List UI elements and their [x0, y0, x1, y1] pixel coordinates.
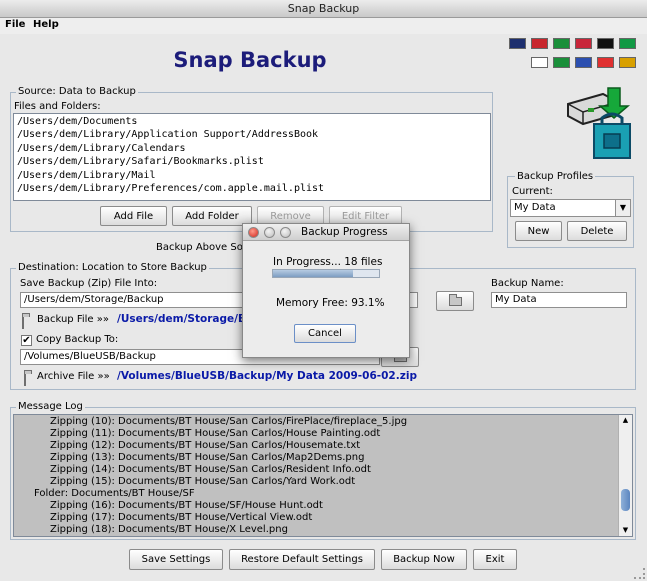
profile-select-value: My Data: [514, 202, 556, 213]
folder-icon: [22, 316, 24, 329]
log-line: Zipping (11): Documents/BT House/San Car…: [50, 428, 381, 439]
list-item[interactable]: /Users/dem/Library/Calendars: [14, 142, 490, 155]
list-item[interactable]: /Users/dem/Library/Mail: [14, 169, 490, 182]
add-file-button[interactable]: Add File: [100, 206, 167, 226]
backup-file-label: Backup File »»: [37, 314, 109, 325]
minimize-icon[interactable]: [264, 227, 275, 238]
profiles-legend: Backup Profiles: [515, 171, 596, 182]
profile-select[interactable]: My Data ▼: [510, 199, 631, 217]
germany-flag[interactable]: [597, 38, 614, 49]
new-zealand-flag[interactable]: [509, 38, 526, 49]
backup-progress-dialog: Backup Progress In Progress... 18 files …: [242, 223, 410, 358]
window-title: Snap Backup: [287, 2, 360, 15]
log-line: Zipping (14): Documents/BT House/San Car…: [50, 464, 371, 475]
log-line: Zipping (18): Documents/BT House/X Level…: [50, 524, 288, 535]
copy-backup-label: Copy Backup To:: [36, 334, 119, 345]
backup-name-field[interactable]: My Data: [491, 292, 627, 308]
cancel-button[interactable]: Cancel: [294, 324, 356, 343]
list-item[interactable]: /Users/dem/Documents: [14, 115, 490, 128]
backup-file-path: /Users/dem/Storage/Bac: [117, 313, 260, 325]
files-folders-label: Files and Folders:: [14, 101, 101, 112]
app-title: Snap Backup: [173, 48, 327, 72]
backup-logo-icon: [567, 87, 631, 159]
spain-flag[interactable]: [619, 57, 636, 68]
korea-flag[interactable]: [531, 57, 548, 68]
archive-file-label: Archive File »»: [37, 371, 110, 382]
delete-profile-button[interactable]: Delete: [567, 221, 627, 241]
list-item[interactable]: /Users/dem/Library/Preferences/com.apple…: [14, 182, 490, 195]
dialog-title: Backup Progress: [301, 226, 388, 238]
browse-save-button[interactable]: [436, 291, 474, 311]
list-item[interactable]: /Users/dem/Library/Safari/Bookmarks.plis…: [14, 155, 490, 168]
backup-above-label: Backup Above Sou: [156, 242, 250, 253]
restore-defaults-button[interactable]: Restore Default Settings: [229, 549, 375, 570]
backup-name-label: Backup Name:: [491, 278, 564, 289]
source-legend: Source: Data to Backup: [16, 86, 138, 97]
zoom-icon[interactable]: [280, 227, 291, 238]
menu-bar: File Help: [0, 18, 647, 34]
log-line: Zipping (17): Documents/BT House/Vertica…: [50, 512, 313, 523]
progress-fill: [273, 270, 353, 277]
chevron-down-icon[interactable]: ▼: [615, 200, 630, 216]
backup-now-button[interactable]: Backup Now: [381, 549, 467, 570]
message-log[interactable]: Zipping (10): Documents/BT House/San Car…: [13, 414, 633, 537]
archive-file-path: /Volumes/BlueUSB/Backup/My Data 2009-06-…: [117, 370, 417, 382]
destination-legend: Destination: Location to Store Backup: [16, 262, 209, 273]
slovenia-flag[interactable]: [575, 57, 592, 68]
nepal-flag[interactable]: [575, 38, 592, 49]
folder-icon: [448, 293, 462, 306]
new-profile-button[interactable]: New: [515, 221, 562, 241]
log-scrollbar[interactable]: ▲ ▼: [618, 415, 632, 536]
progress-bar: [272, 269, 380, 278]
memory-free-label: Memory Free: 93.1%: [276, 297, 385, 309]
current-profile-label: Current:: [512, 186, 553, 197]
dialog-titlebar: Backup Progress: [243, 224, 409, 241]
scroll-thumb[interactable]: [621, 488, 630, 511]
italy-flag[interactable]: [619, 38, 636, 49]
menu-file[interactable]: File: [5, 19, 25, 30]
russia-flag[interactable]: [597, 57, 614, 68]
log-line: Zipping (12): Documents/BT House/San Car…: [50, 440, 361, 451]
menu-help[interactable]: Help: [33, 19, 59, 30]
progress-status: In Progress... 18 files: [273, 256, 383, 268]
window-titlebar: Snap Backup: [0, 0, 647, 18]
resize-grip[interactable]: [634, 568, 645, 579]
exit-button[interactable]: Exit: [473, 549, 517, 570]
scroll-up-icon[interactable]: ▲: [619, 415, 632, 426]
save-settings-button[interactable]: Save Settings: [129, 549, 223, 570]
log-line: Folder: Documents/BT House/SF: [34, 488, 195, 499]
list-item[interactable]: /Users/dem/Library/Application Support/A…: [14, 128, 490, 141]
log-line: Zipping (15): Documents/BT House/San Car…: [50, 476, 356, 487]
files-folders-list[interactable]: /Users/dem/Documents /Users/dem/Library/…: [13, 113, 491, 201]
copy-backup-checkbox[interactable]: ✔: [21, 335, 32, 346]
folder-icon: [24, 373, 26, 386]
close-icon[interactable]: [248, 227, 259, 238]
log-line: Zipping (13): Documents/BT House/San Car…: [50, 452, 365, 463]
scroll-down-icon[interactable]: ▼: [619, 525, 632, 536]
log-line: Zipping (16): Documents/BT House/SF/Hous…: [50, 500, 323, 511]
message-log-legend: Message Log: [16, 401, 85, 412]
brazil-flag[interactable]: [553, 38, 570, 49]
log-line: Zipping (10): Documents/BT House/San Car…: [50, 416, 408, 427]
save-into-label: Save Backup (Zip) File Into:: [20, 278, 158, 289]
brazil-flag-2[interactable]: [553, 57, 570, 68]
netherlands-flag[interactable]: [531, 38, 548, 49]
add-folder-button[interactable]: Add Folder: [172, 206, 252, 226]
